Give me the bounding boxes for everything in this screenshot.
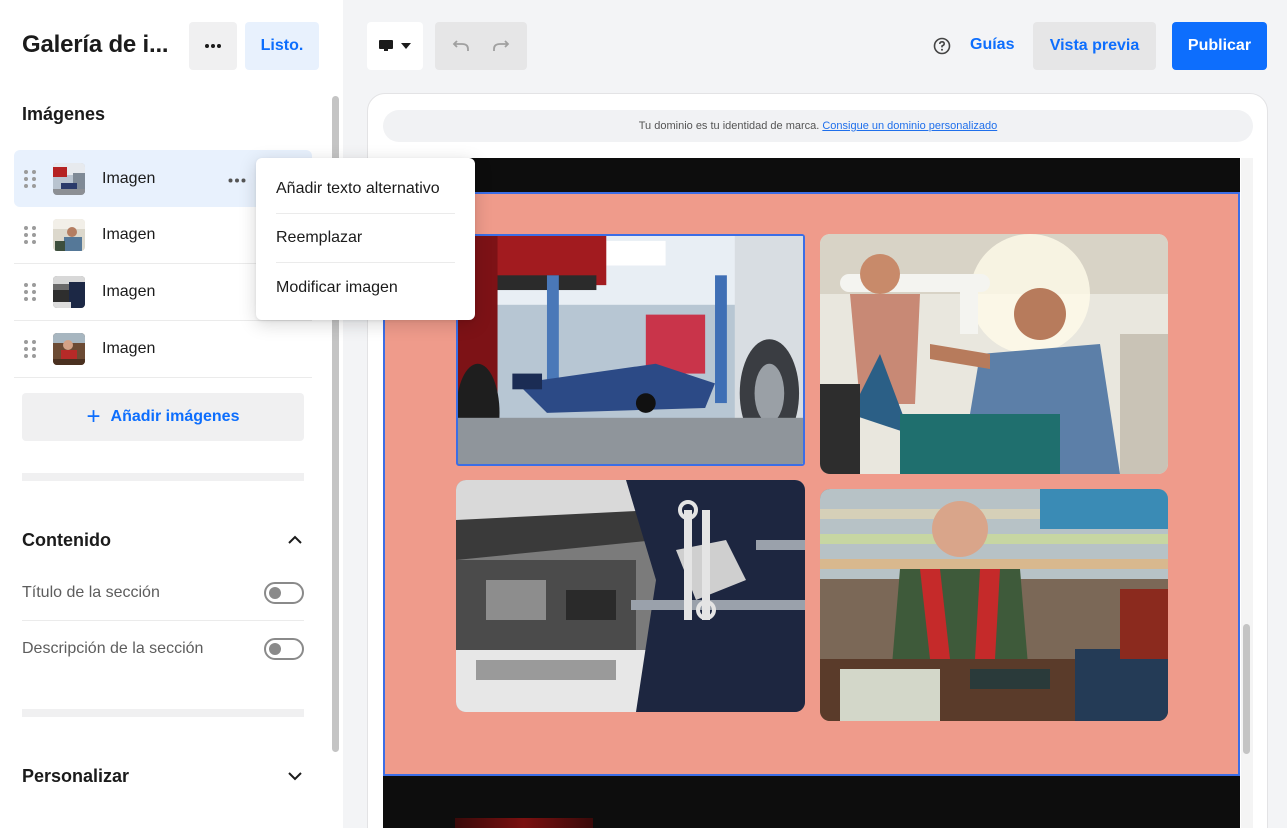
add-images-button[interactable]: + Añadir imágenes <box>22 393 304 441</box>
domain-notice-text: Tu dominio es tu identidad de marca. <box>638 120 820 132</box>
gallery-image-garage[interactable] <box>456 234 805 466</box>
gallery-image-shopkeeper[interactable] <box>820 489 1168 721</box>
add-images-label: Añadir imágenes <box>110 408 240 425</box>
chevron-down-icon[interactable] <box>287 768 303 784</box>
image-list-item-label: Imagen <box>102 283 156 300</box>
publish-button[interactable]: Publicar <box>1172 22 1267 70</box>
images-section-title: Imágenes <box>22 104 106 124</box>
drag-handle-icon[interactable] <box>14 226 46 244</box>
image-thumbnail <box>53 219 85 251</box>
sidebar-header: Galería de i... Listo. <box>0 0 343 92</box>
drag-handle-icon[interactable] <box>14 169 46 188</box>
image-list-item-label: Imagen <box>102 226 156 243</box>
done-button[interactable]: Listo. <box>245 22 319 70</box>
canvas-scrollbar[interactable] <box>1241 158 1253 828</box>
redo-icon[interactable] <box>492 40 510 52</box>
caret-down-icon <box>401 43 411 49</box>
guides-link[interactable]: Guías <box>970 36 1014 54</box>
edit-image-menu-item[interactable]: Modificar imagen <box>276 263 455 312</box>
section-divider <box>22 473 304 481</box>
image-thumbnail <box>53 162 85 195</box>
chevron-up-icon[interactable] <box>287 532 303 548</box>
image-list-item[interactable]: Imagen <box>14 321 312 378</box>
site-preview-canvas: Tu dominio es tu identidad de marca. Con… <box>367 93 1268 828</box>
customize-section-title[interactable]: Personalizar <box>22 766 129 787</box>
site-next-section[interactable] <box>383 776 1240 828</box>
gallery-image-mentor[interactable] <box>820 234 1168 474</box>
section-title-toggle[interactable] <box>264 581 304 604</box>
image-list-item-label: Imagen <box>102 169 156 187</box>
more-horizontal-icon <box>205 44 221 48</box>
section-title-toggle-row: Título de la sección <box>22 565 304 621</box>
add-alt-text-menu-item[interactable]: Añadir texto alternativo <box>276 165 455 214</box>
drag-handle-icon[interactable] <box>14 283 46 301</box>
section-description-toggle-label: Descripción de la sección <box>22 640 204 657</box>
section-title-toggle-label: Título de la sección <box>22 583 160 601</box>
section-divider <box>22 709 304 717</box>
image-context-menu: Añadir texto alternativo Reemplazar Modi… <box>256 158 475 320</box>
device-selector-button[interactable] <box>367 22 423 70</box>
section-description-toggle[interactable] <box>264 638 304 660</box>
plus-icon: + <box>86 403 101 430</box>
image-list-item-label: Imagen <box>102 340 156 357</box>
editor-sidebar: Galería de i... Listo. Imágenes Imagen I… <box>0 0 343 828</box>
custom-domain-link[interactable]: Consigue un dominio personalizado <box>822 120 997 132</box>
sidebar-title: Galería de i... <box>22 31 169 58</box>
undo-icon[interactable] <box>452 40 470 52</box>
help-circle-icon[interactable] <box>933 37 951 55</box>
section-description-toggle-row: Descripción de la sección <box>22 621 304 677</box>
undo-redo-group <box>435 22 527 70</box>
desktop-icon <box>379 40 393 51</box>
drag-handle-icon[interactable] <box>14 340 46 358</box>
image-thumbnail <box>53 333 85 365</box>
section-more-button[interactable] <box>189 22 237 70</box>
domain-notice-bar: Tu dominio es tu identidad de marca. Con… <box>383 110 1253 142</box>
content-section-title: Contenido <box>22 530 111 550</box>
replace-menu-item[interactable]: Reemplazar <box>276 214 455 263</box>
gallery-image-wrenches[interactable] <box>456 480 805 712</box>
image-thumbnail <box>53 276 85 308</box>
site-header-section[interactable] <box>383 158 1240 192</box>
gallery-section[interactable] <box>383 192 1240 776</box>
image-item-more-icon[interactable] <box>228 167 246 187</box>
preview-button[interactable]: Vista previa <box>1033 22 1156 70</box>
